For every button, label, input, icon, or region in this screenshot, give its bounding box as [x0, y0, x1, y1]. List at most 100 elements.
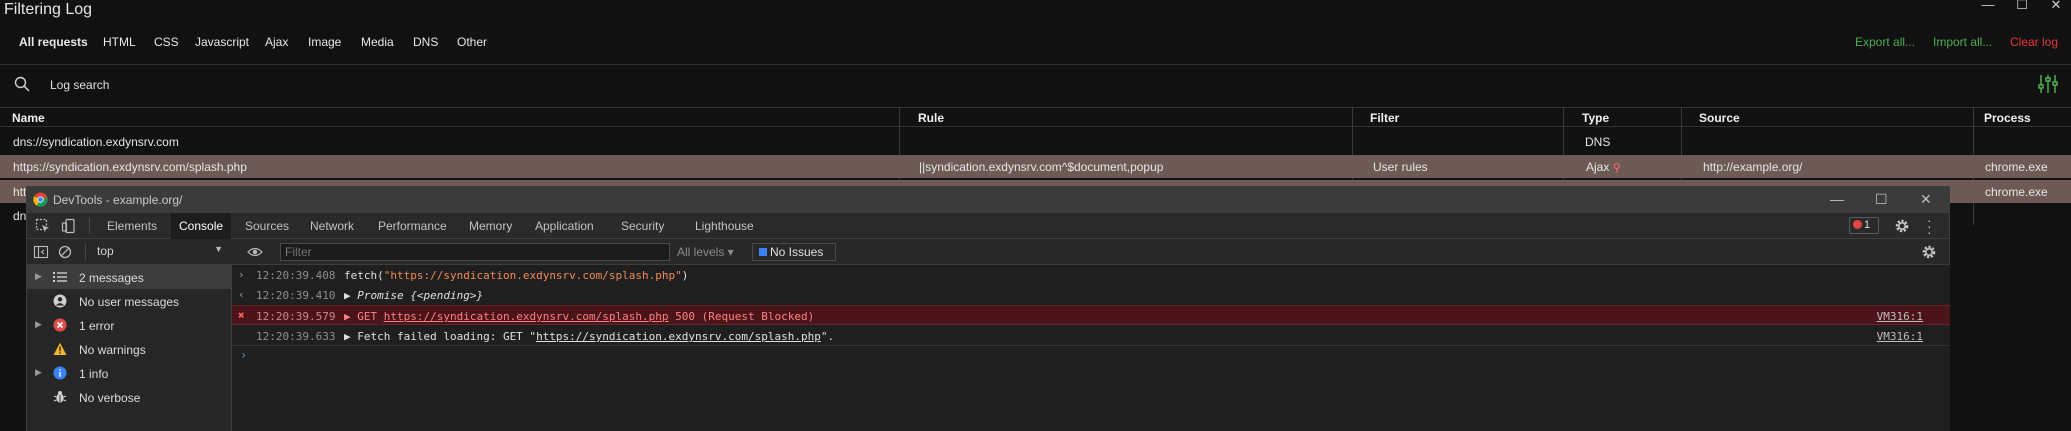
expand-arrow-icon[interactable]: ▶	[35, 271, 42, 282]
devtools-minimize-button[interactable]: —	[1830, 191, 1844, 207]
tab-console[interactable]: Console	[171, 213, 232, 239]
expand-arrow-icon[interactable]: ▶	[35, 319, 42, 330]
export-all-button[interactable]: Export all...	[1855, 35, 1915, 49]
devtools-title-bar: DevTools - example.org/ — ☐ ✕	[27, 187, 1949, 213]
sidebar-item-verbose[interactable]: No verbose	[27, 385, 232, 409]
console-line-info[interactable]: 12:20:39.633 ▶ Fetch failed loading: GET…	[232, 326, 1950, 346]
devtools-window: DevTools - example.org/ — ☐ ✕ Elements C…	[26, 186, 1950, 431]
expand-arrow-icon[interactable]: ▶	[35, 367, 42, 378]
sidebar-label: 1 info	[79, 367, 109, 381]
close-button[interactable]: ✕	[2044, 0, 2068, 12]
tab-network[interactable]: Network	[310, 219, 354, 233]
row-name: https://syndication.exdynsrv.com/splash.…	[13, 160, 247, 174]
issues-flag-icon	[759, 248, 767, 256]
message-text: fetch(	[344, 269, 384, 282]
console-settings-gear-icon[interactable]	[1921, 244, 1937, 260]
row-rule: ||syndication.exdynsrv.com^$document,pop…	[919, 160, 1164, 174]
filter-tab-html[interactable]: HTML	[103, 35, 136, 49]
devtools-maximize-button[interactable]: ☐	[1875, 191, 1888, 208]
message-string: "https://syndication.exdynsrv.com/splash…	[383, 269, 682, 282]
column-name[interactable]: Name	[12, 111, 45, 125]
sidebar-label: No verbose	[79, 391, 141, 405]
filter-tab-ajax[interactable]: Ajax	[265, 35, 288, 49]
tab-sources[interactable]: Sources	[245, 219, 289, 233]
sidebar-item-messages[interactable]: ▶ 2 messages	[27, 265, 232, 289]
sidebar-item-warnings[interactable]: No warnings	[27, 337, 232, 361]
filter-tab-css[interactable]: CSS	[154, 35, 179, 49]
console-line-error[interactable]: ✖ 12:20:39.579 ▶ GET https://syndication…	[232, 305, 1950, 325]
console-message: ▶ Fetch failed loading: GET "https://syn…	[344, 330, 834, 343]
live-expression-eye-icon[interactable]	[247, 244, 263, 260]
minimize-button[interactable]: —	[1976, 0, 2000, 12]
filter-settings-icon[interactable]	[2037, 73, 2059, 95]
maximize-button[interactable]: ☐	[2010, 0, 2034, 12]
context-selector[interactable]: top ▼	[97, 244, 225, 260]
list-icon	[53, 272, 67, 282]
tab-lighthouse[interactable]: Lighthouse	[695, 219, 754, 233]
column-rule[interactable]: Rule	[918, 111, 944, 125]
more-options-icon[interactable]: · · ·	[1927, 213, 1932, 239]
user-icon	[53, 294, 67, 308]
column-process[interactable]: Process	[1984, 111, 2031, 125]
message-text: ▶ Fetch failed loading: GET "	[344, 330, 537, 343]
filter-tab-image[interactable]: Image	[308, 35, 341, 49]
settings-gear-icon[interactable]	[1894, 218, 1910, 234]
console-filter-input[interactable]	[280, 243, 670, 261]
issues-label: No Issues	[770, 245, 824, 259]
source-location-link[interactable]: VM316:1	[1877, 310, 1923, 323]
tab-application[interactable]: Application	[535, 219, 594, 233]
row-type-label: Ajax	[1586, 160, 1610, 174]
row-process: chrome.exe	[1985, 185, 2048, 199]
clear-console-icon[interactable]	[57, 244, 73, 260]
column-type[interactable]: Type	[1582, 111, 1609, 125]
error-count-badge[interactable]: 1	[1849, 217, 1879, 234]
tab-elements[interactable]: Elements	[107, 219, 157, 233]
sidebar-label: No user messages	[79, 295, 180, 309]
import-all-button[interactable]: Import all...	[1933, 35, 1992, 49]
tab-performance[interactable]: Performance	[378, 219, 447, 233]
log-levels-dropdown[interactable]: All levels ▾	[677, 245, 734, 259]
request-url-link[interactable]: https://syndication.exdynsrv.com/splash.…	[536, 330, 821, 343]
sidebar-item-errors[interactable]: ▶ 1 error	[27, 313, 232, 337]
console-line-input[interactable]: › 12:20:39.408 fetch("https://syndicatio…	[232, 265, 1950, 285]
devtools-tab-bar: Elements Console Sources Network Perform…	[27, 213, 1949, 239]
filter-tab-all-requests[interactable]: All requests	[19, 35, 88, 49]
row-type: DNS	[1585, 135, 1611, 149]
inspect-element-icon[interactable]	[35, 218, 51, 234]
request-type-filter-bar: All requests HTML CSS Javascript Ajax Im…	[0, 31, 2071, 53]
clear-log-button[interactable]: Clear log	[2010, 35, 2058, 49]
console-prompt-icon[interactable]: ›	[240, 348, 247, 362]
row-filter: User rules	[1373, 160, 1428, 174]
sidebar-item-user-messages[interactable]: No user messages	[27, 289, 232, 313]
timestamp: 12:20:39.408	[256, 269, 336, 282]
log-search-input[interactable]: Log search	[50, 78, 109, 92]
sidebar-item-info[interactable]: ▶ 1 info	[27, 361, 232, 385]
tab-memory[interactable]: Memory	[469, 219, 512, 233]
issues-button[interactable]: No Issues	[752, 243, 836, 261]
device-toolbar-icon[interactable]	[61, 218, 77, 234]
tab-security[interactable]: Security	[621, 219, 664, 233]
filter-tab-other[interactable]: Other	[457, 35, 487, 49]
request-url-link[interactable]: https://syndication.exdynsrv.com/splash.…	[384, 310, 669, 323]
console-toolbar: top ▼ All levels ▾ No Issues	[27, 239, 1949, 265]
row-name: htt	[13, 185, 27, 199]
column-source[interactable]: Source	[1699, 111, 1740, 125]
log-search-bar[interactable]: Log search	[0, 66, 2071, 102]
filter-tab-javascript[interactable]: Javascript	[195, 35, 249, 49]
devtools-close-button[interactable]: ✕	[1920, 191, 1932, 208]
console-line-result[interactable]: ‹ 12:20:39.410 ▶ Promise {<pending>}	[232, 285, 1950, 305]
sidebar-toggle-icon[interactable]	[33, 244, 49, 260]
table-row-blocked[interactable]: https://syndication.exdynsrv.com/splash.…	[0, 155, 2071, 178]
source-location-link[interactable]: VM316:1	[1877, 330, 1923, 343]
filter-tab-dns[interactable]: DNS	[413, 35, 438, 49]
pin-icon: ⚲	[1612, 162, 1621, 174]
console-prompt-line[interactable]: ›	[232, 348, 1950, 368]
console-message[interactable]: ▶ Promise {<pending>}	[344, 289, 483, 302]
message-text: )	[681, 269, 689, 282]
input-chevron-icon: ›	[238, 268, 245, 281]
result-chevron-icon: ‹	[238, 288, 245, 301]
filter-tab-media[interactable]: Media	[361, 35, 394, 49]
sidebar-label: 2 messages	[79, 271, 144, 285]
column-filter[interactable]: Filter	[1370, 111, 1399, 125]
table-row[interactable]: dns://syndication.exdynsrv.com DNS	[0, 130, 2071, 153]
